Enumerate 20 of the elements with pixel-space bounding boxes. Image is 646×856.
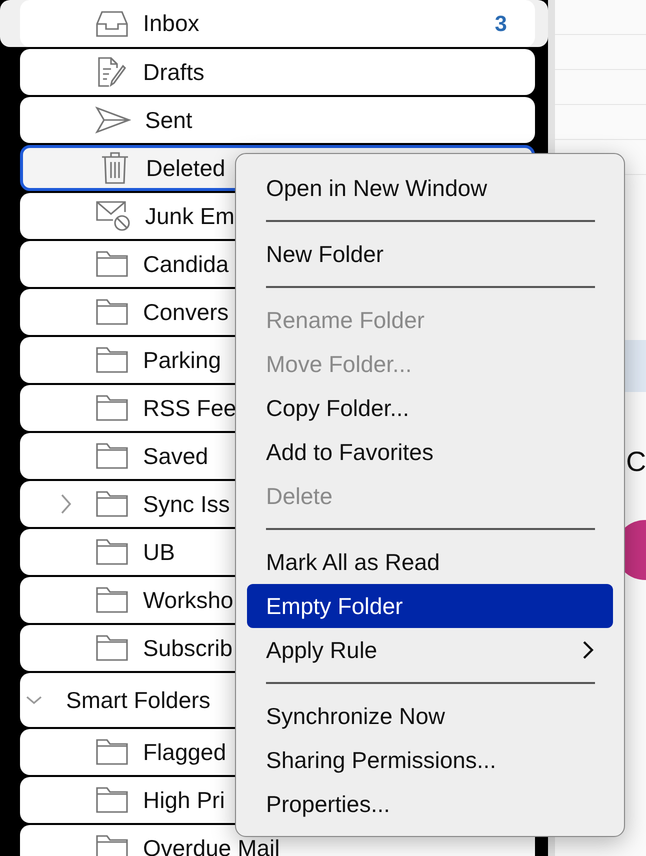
- folder-label: Convers: [143, 298, 229, 326]
- message-heading: C: [626, 445, 646, 479]
- folder-label: Subscrib: [143, 634, 232, 662]
- group-label: Smart Folders: [66, 686, 210, 714]
- folder-label: Candida: [143, 250, 229, 278]
- folder-label: Sync Iss: [143, 490, 230, 518]
- folder-label: Overdue Mail: [143, 834, 280, 856]
- folder-label: High Pri: [143, 786, 225, 814]
- folder-label: Saved: [143, 442, 208, 470]
- folder-label: Junk Em: [145, 202, 234, 230]
- folder-label: Flagged: [143, 738, 226, 766]
- folder-label: RSS Fee: [143, 394, 236, 422]
- folder-label: Drafts: [143, 58, 204, 86]
- folder-label: Worksho: [143, 586, 234, 614]
- unread-count: 3: [494, 10, 507, 36]
- folder-label: Sent: [145, 106, 192, 134]
- folder-label: Parking: [143, 346, 221, 374]
- folder-label: UB: [143, 538, 175, 566]
- folder-label: Deleted: [146, 154, 226, 182]
- folder-label: Inbox: [143, 10, 200, 37]
